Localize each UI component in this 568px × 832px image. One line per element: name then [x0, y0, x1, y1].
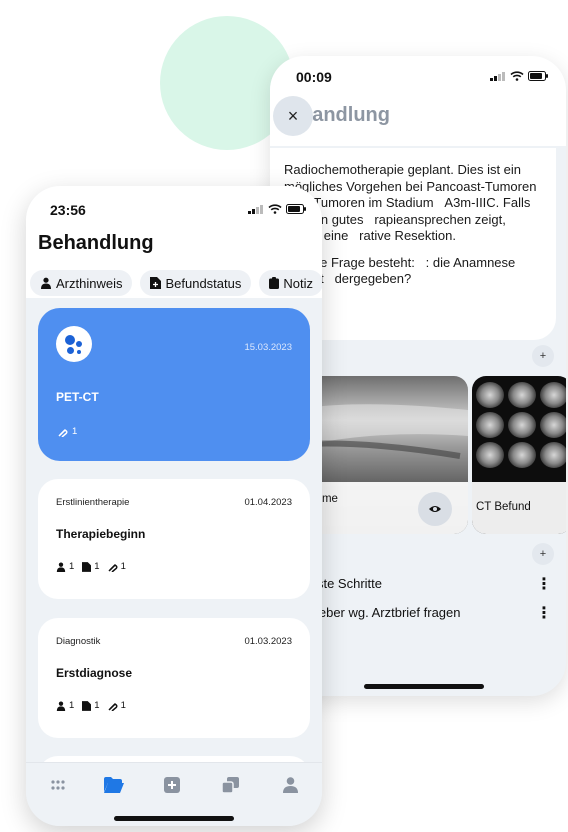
- plus-square-icon: [164, 777, 180, 793]
- attachment-count: 1: [72, 426, 78, 437]
- ct-image-card[interactable]: CT Befund: [472, 376, 566, 534]
- attachment-icon: [58, 428, 68, 437]
- chip-befundstatus[interactable]: Befundstatus: [140, 270, 252, 296]
- file-count-group: 1: [82, 700, 100, 711]
- image-label: CT Befund: [476, 501, 531, 513]
- detail-title: handlung: [300, 104, 390, 126]
- status-time: 23:56: [50, 202, 86, 218]
- signal-icon: [490, 72, 505, 81]
- file-count: 1: [94, 561, 100, 572]
- doctor-count: 1: [69, 700, 75, 711]
- battery-icon: [528, 71, 548, 81]
- status-icons: [490, 71, 548, 81]
- file-icon: [82, 561, 92, 572]
- tab-add[interactable]: [160, 775, 184, 795]
- tab-profile[interactable]: [278, 775, 302, 795]
- filter-chips: Arzthinweis Befundstatus Notiz: [30, 270, 322, 296]
- add-todo-button[interactable]: +: [532, 543, 554, 565]
- user-icon: [282, 777, 298, 793]
- detail-header: handlung: [270, 92, 566, 146]
- eye-icon: [429, 506, 441, 512]
- attachment-count: 1: [120, 561, 126, 572]
- clipboard-icon: [269, 277, 280, 289]
- timeline-phone: 23:56 Behandlung Arzthinweis Befundstatu…: [26, 186, 322, 826]
- view-image-button[interactable]: [418, 492, 452, 526]
- chip-label: Arzthinweis: [56, 275, 123, 291]
- event-card[interactable]: Erstlinientherapie 01.04.2023 Therapiebe…: [38, 479, 310, 599]
- close-button[interactable]: ×: [273, 96, 313, 136]
- file-count-group: 1: [82, 561, 100, 572]
- file-icon: [82, 700, 92, 711]
- doctor-icon: [41, 277, 51, 289]
- doctor-count-group: 1: [56, 700, 74, 711]
- status-time: 00:09: [296, 69, 332, 85]
- grid-icon: [51, 780, 65, 790]
- folder-icon: [104, 777, 124, 793]
- ct-scan-image: [476, 382, 566, 468]
- image-label-bar: CT Befund: [472, 482, 566, 534]
- status-icons: [248, 204, 306, 214]
- doctor-count: 1: [69, 561, 75, 572]
- add-image-button[interactable]: +: [532, 345, 554, 367]
- note-paragraph: Radiochemotherapie geplant. Dies ist ein…: [284, 162, 537, 243]
- tab-documents[interactable]: [218, 775, 242, 795]
- chip-arzthinweis[interactable]: Arzthinweis: [30, 270, 133, 296]
- home-indicator: [114, 816, 234, 821]
- doctor-count-group: 1: [56, 561, 74, 572]
- event-date: 01.03.2023: [244, 636, 292, 647]
- tab-overview[interactable]: [46, 775, 70, 795]
- event-title: Erstdiagnose: [56, 666, 133, 680]
- battery-icon: [286, 204, 306, 214]
- event-category: Diagnostik: [56, 636, 101, 647]
- chip-notiz[interactable]: Notiz: [259, 270, 322, 296]
- more-icon[interactable]: ⋮: [536, 574, 552, 594]
- event-dots-icon: [56, 326, 92, 362]
- file-icon: [150, 277, 162, 289]
- signal-icon: [248, 205, 263, 214]
- wifi-icon: [510, 71, 524, 81]
- copy-icon: [221, 777, 239, 793]
- home-indicator: [364, 684, 484, 689]
- event-card-highlighted[interactable]: 15.03.2023 PET-CT 1: [38, 308, 310, 461]
- event-title: PET-CT: [56, 390, 99, 404]
- tab-records[interactable]: [102, 775, 126, 795]
- event-title: Therapiebeginn: [56, 527, 146, 541]
- header-area: 23:56 Behandlung Arzthinweis Befundstatu…: [26, 186, 322, 298]
- attachment-count-group: 1: [108, 561, 126, 572]
- attachment-count: 1: [120, 700, 126, 711]
- event-card[interactable]: Diagnostik 01.03.2023 Erstdiagnose 1 1 1: [38, 618, 310, 738]
- attachment-count-group: 1: [108, 700, 126, 711]
- close-icon: ×: [287, 105, 299, 126]
- event-meta: 1: [58, 426, 77, 437]
- doctor-icon: [56, 562, 66, 572]
- attachment-icon: [108, 563, 118, 572]
- chip-label: Notiz: [283, 275, 313, 291]
- more-icon[interactable]: ⋮: [536, 603, 552, 623]
- event-meta: 1 1 1: [56, 561, 126, 572]
- note-paragraph: gende Frage besteht: : die Anamnese korr…: [284, 254, 516, 287]
- event-category: Erstlinientherapie: [56, 497, 130, 508]
- file-count: 1: [94, 700, 100, 711]
- chip-label: Befundstatus: [165, 275, 242, 291]
- event-date: 01.04.2023: [244, 497, 292, 508]
- event-meta: 1 1 1: [56, 700, 126, 711]
- page-title: Behandlung: [38, 232, 154, 254]
- doctor-icon: [56, 701, 66, 711]
- wifi-icon: [268, 204, 282, 214]
- event-date: 15.03.2023: [244, 342, 292, 353]
- attachment-icon: [108, 702, 118, 711]
